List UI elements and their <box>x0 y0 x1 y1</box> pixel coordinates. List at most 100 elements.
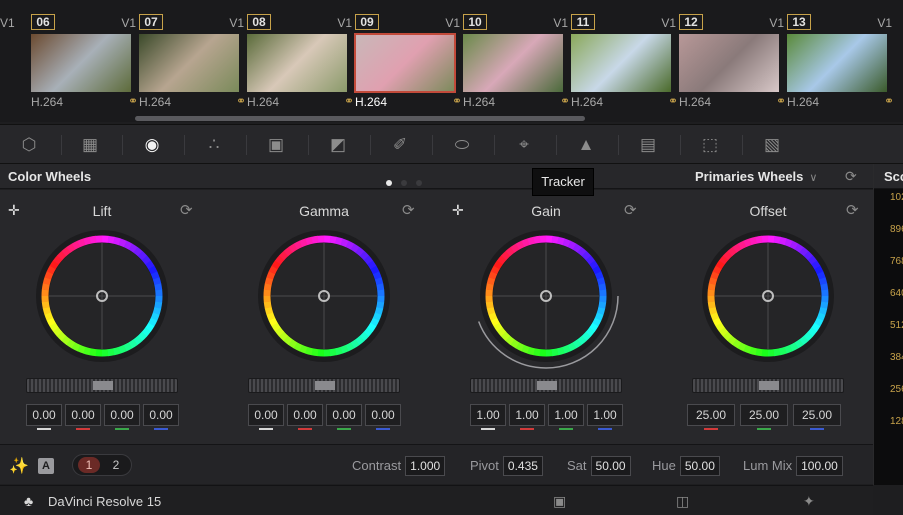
hue-ring-segment <box>288 243 298 253</box>
reset-icon[interactable]: ⟳ <box>846 201 859 219</box>
sizing-icon[interactable]: ⬚ <box>697 132 723 158</box>
hue-ring-segment <box>359 331 369 342</box>
window-icon[interactable]: ⬭ <box>449 132 475 158</box>
color-wheel[interactable] <box>27 223 177 373</box>
value-field[interactable]: 1.00 <box>587 404 623 430</box>
value-text: 0.00 <box>71 408 95 422</box>
value-field[interactable]: 25.00 <box>687 404 735 430</box>
hue-ring-segment <box>148 265 158 275</box>
hue-ring-segment <box>799 247 809 257</box>
rgb-mixer-icon[interactable]: ∴ <box>201 132 227 158</box>
value-field[interactable]: 0.00 <box>287 404 323 430</box>
hue-ring-segment <box>145 260 155 270</box>
wheels-mode-select[interactable]: Primaries Wheels ∨ <box>695 169 817 184</box>
hue-ring-segment <box>46 317 56 327</box>
page-dot-3[interactable] <box>416 180 422 186</box>
hue-ring-segment <box>505 246 515 257</box>
scope-tick-label: 256 <box>890 384 903 395</box>
page-dot-1[interactable] <box>386 180 392 186</box>
pivot-field[interactable]: 0.435 <box>502 456 543 476</box>
value-field[interactable]: 0.00 <box>65 404 101 430</box>
color-wheels-icon[interactable]: ◉ <box>139 132 165 158</box>
value-field[interactable]: 0.00 <box>326 404 362 430</box>
slider-thumb[interactable] <box>315 381 335 390</box>
hue-ring-segment <box>803 251 814 261</box>
value-field[interactable]: 0.00 <box>143 404 179 430</box>
clip-codec: H.264 <box>247 95 280 109</box>
auto-color-button[interactable]: A <box>38 458 54 474</box>
clip-thumbnail[interactable]: 13 V1 H.264 ⚭ <box>764 0 894 122</box>
reset-all-icon[interactable]: ⟳ <box>845 168 857 185</box>
clip-thumbnail[interactable]: 09 V1 H.264 ⚭ <box>332 0 462 122</box>
lum-mix-field[interactable]: 100.00 <box>796 456 843 476</box>
hue-ring-segment <box>278 331 289 341</box>
color-wheel[interactable] <box>693 223 843 373</box>
color-wheel[interactable] <box>249 223 399 373</box>
auto-balance-icon[interactable]: ✨ <box>9 456 29 476</box>
value-field[interactable]: 25.00 <box>793 404 841 430</box>
value-field[interactable]: 1.00 <box>509 404 545 430</box>
master-wheel-slider[interactable] <box>692 378 844 393</box>
hue-ring-segment <box>263 301 272 309</box>
curves-icon[interactable]: ◩ <box>325 132 351 158</box>
camera-raw-icon[interactable]: ⬡ <box>16 132 42 158</box>
scopes-title: Scopes <box>884 169 903 184</box>
reset-icon[interactable]: ⟳ <box>402 201 415 219</box>
hue-ring-segment <box>814 317 824 327</box>
3d-icon[interactable]: ▧ <box>759 132 785 158</box>
hue-ring-segment <box>299 344 308 354</box>
slider-thumb[interactable] <box>537 381 557 390</box>
contrast-field[interactable]: 1.000 <box>405 456 446 476</box>
qualifier-icon[interactable]: ✐ <box>387 132 413 158</box>
clip-thumbnail[interactable]: 08 V1 H.264 ⚭ <box>224 0 354 122</box>
color-wheel[interactable] <box>471 223 621 373</box>
master-wheel-slider[interactable] <box>248 378 400 393</box>
page-dots[interactable] <box>386 173 431 191</box>
edit-page-icon[interactable]: ◫ <box>676 493 689 510</box>
media-page-icon[interactable]: ▣ <box>553 493 566 510</box>
master-wheel-slider[interactable] <box>470 378 622 393</box>
page-dot-2[interactable] <box>401 180 407 186</box>
tracker-icon[interactable]: ⌖ <box>511 132 537 158</box>
clip-image[interactable] <box>787 34 887 92</box>
value-field[interactable]: 1.00 <box>470 404 506 430</box>
slider-thumb[interactable] <box>759 381 779 390</box>
params-page-2[interactable]: 2 <box>105 457 127 473</box>
channel-indicator <box>154 428 168 430</box>
hue-ring-segment <box>89 348 97 357</box>
value-field[interactable]: 0.00 <box>248 404 284 430</box>
reset-icon[interactable]: ⟳ <box>624 201 637 219</box>
color-match-icon[interactable]: ▦ <box>77 132 103 158</box>
params-page-1[interactable]: 1 <box>78 457 100 473</box>
params-page-switch[interactable]: 1 2 <box>72 454 132 476</box>
motion-effects-icon[interactable]: ▣ <box>263 132 289 158</box>
value-text: 0.00 <box>32 408 56 422</box>
hue-field[interactable]: 50.00 <box>679 456 720 476</box>
hue-ring-segment <box>305 236 314 246</box>
hue-ring-segment <box>268 317 278 327</box>
clip-strip-scrollbar[interactable] <box>135 116 585 121</box>
slider-thumb[interactable] <box>93 381 113 390</box>
clip-thumbnail[interactable]: 07 V1 H.264 ⚭ <box>116 0 246 122</box>
value-field[interactable]: 0.00 <box>104 404 140 430</box>
clip-thumbnail[interactable]: 10 V1 H.264 ⚭ <box>440 0 570 122</box>
clip-thumbnail[interactable]: V1 06 V1 H.264 ⚭ <box>0 0 138 122</box>
value-field[interactable]: 0.00 <box>365 404 401 430</box>
clip-header: 11 V1 <box>548 13 676 31</box>
value-field[interactable]: 25.00 <box>740 404 788 430</box>
key-icon[interactable]: ▤ <box>635 132 661 158</box>
color-page-icon[interactable]: ✦ <box>803 493 815 510</box>
reset-icon[interactable]: ⟳ <box>180 201 193 219</box>
value-text: 0.00 <box>110 408 134 422</box>
value-text: 0.00 <box>371 408 395 422</box>
link-icon: ⚭ <box>883 94 894 108</box>
value-field[interactable]: 0.00 <box>26 404 62 430</box>
clip-thumbnail[interactable]: 11 V1 H.264 ⚭ <box>548 0 678 122</box>
hue-ring-segment <box>820 283 829 291</box>
blur-icon[interactable]: ▲ <box>573 132 599 158</box>
master-wheel-slider[interactable] <box>26 378 178 393</box>
saturation-field[interactable]: 50.00 <box>590 456 631 476</box>
value-field[interactable]: 1.00 <box>548 404 584 430</box>
clip-thumbnail[interactable]: 12 V1 H.264 ⚭ <box>656 0 786 122</box>
hue-ring-segment <box>340 238 349 248</box>
